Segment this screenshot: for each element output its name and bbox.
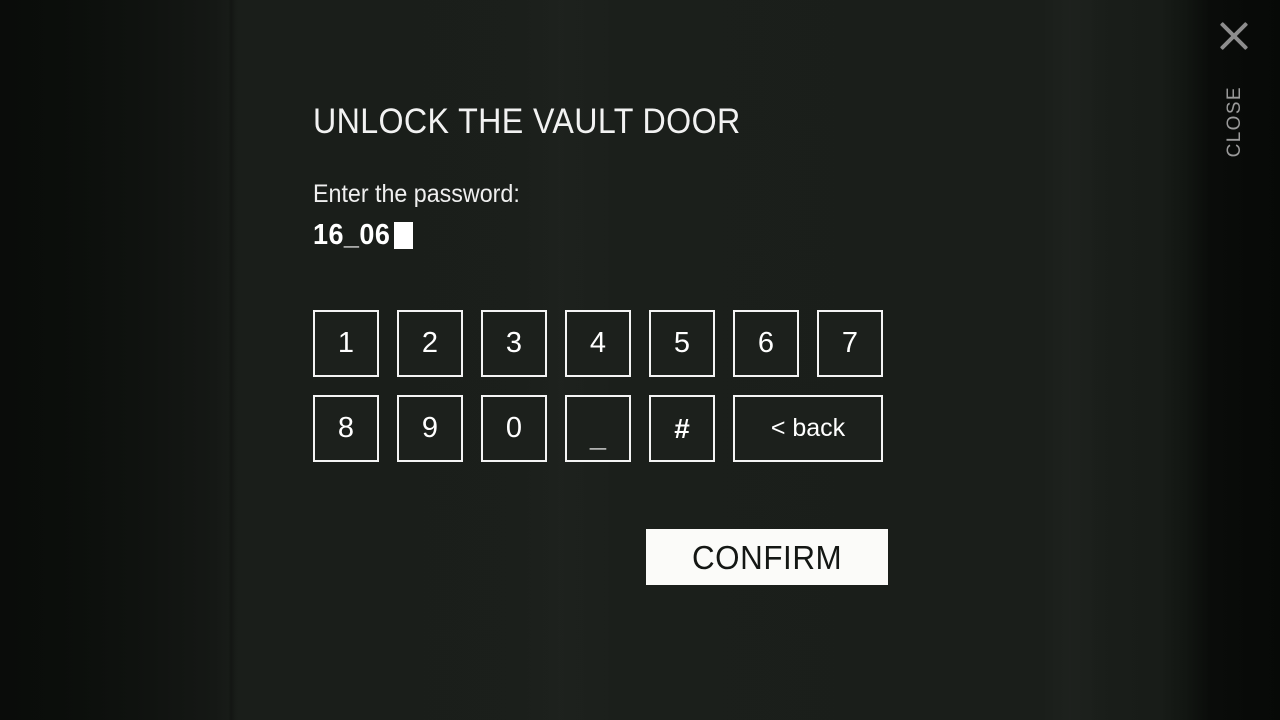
keypad-key-label: 4 — [589, 327, 607, 359]
page-title: UNLOCK THE VAULT DOOR — [313, 102, 741, 141]
confirm-button[interactable]: CONFIRM — [646, 529, 888, 585]
keypad-key-label: 3 — [505, 327, 523, 359]
key-6[interactable]: 6 — [733, 310, 799, 377]
key-2[interactable]: 2 — [397, 310, 463, 377]
key-9[interactable]: 9 — [397, 395, 463, 462]
close-button-label: CLOSE — [1223, 86, 1245, 158]
keypad-key-label: 9 — [421, 412, 439, 444]
keypad-key-label: 6 — [757, 327, 775, 359]
game-overlay-screen: CLOSE UNLOCK THE VAULT DOOR Enter the pa… — [0, 0, 1280, 720]
password-prompt-label: Enter the password: — [313, 179, 520, 208]
password-input[interactable]: 16_06 — [313, 219, 913, 251]
close-button[interactable]: CLOSE — [1208, 14, 1260, 166]
keypad-key-label: < back — [770, 414, 846, 442]
close-x-icon — [1214, 14, 1254, 58]
key-hash[interactable]: # — [649, 395, 715, 462]
vault-unlock-dialog: UNLOCK THE VAULT DOOR Enter the password… — [313, 102, 913, 251]
keypad-key-label: # — [674, 412, 690, 444]
key-underscore[interactable]: _ — [565, 395, 631, 462]
confirm-button-label: CONFIRM — [691, 538, 843, 576]
keypad-row: 8 9 0 _ # < back — [313, 395, 883, 462]
key-1[interactable]: 1 — [313, 310, 379, 377]
key-0[interactable]: 0 — [481, 395, 547, 462]
keypad-key-label: 1 — [337, 327, 355, 359]
password-input-value: 16_06 — [313, 218, 391, 251]
key-3[interactable]: 3 — [481, 310, 547, 377]
keypad-row: 1 2 3 4 5 6 7 — [313, 310, 883, 377]
virtual-keypad: 1 2 3 4 5 6 7 8 9 0 _ # < back — [313, 310, 883, 462]
key-back[interactable]: < back — [733, 395, 883, 462]
keypad-key-label: 0 — [505, 412, 523, 444]
key-7[interactable]: 7 — [817, 310, 883, 377]
keypad-key-label: _ — [589, 421, 607, 453]
key-8[interactable]: 8 — [313, 395, 379, 462]
keypad-key-label: 2 — [421, 327, 439, 359]
keypad-key-label: 7 — [841, 327, 859, 359]
text-caret — [394, 221, 414, 249]
keypad-key-label: 8 — [337, 412, 355, 444]
key-5[interactable]: 5 — [649, 310, 715, 377]
keypad-key-label: 5 — [673, 327, 691, 359]
key-4[interactable]: 4 — [565, 310, 631, 377]
